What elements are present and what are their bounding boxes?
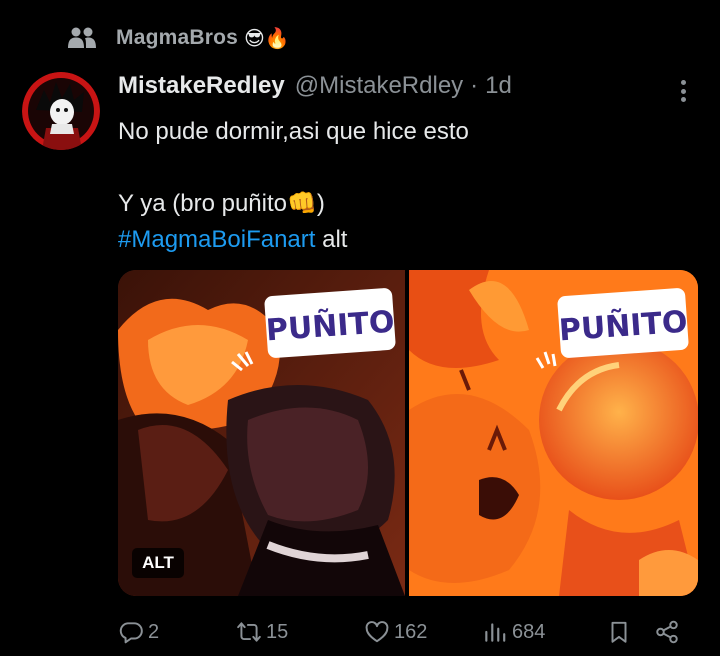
tweet-text-line: No pude dormir,asi que hice esto [118, 118, 469, 145]
social-context[interactable]: MagmaBros 😎🔥 [66, 22, 290, 54]
media-image-2[interactable]: PUÑITO [409, 270, 698, 596]
repost-count: 15 [266, 620, 289, 643]
repost-icon [237, 622, 261, 642]
author-handle[interactable]: @MistakeRdley [295, 72, 463, 100]
tweet-text-line: Y ya (bro puñito👊) [118, 190, 325, 217]
more-options-icon[interactable] [672, 78, 694, 104]
share-icon [656, 620, 678, 644]
community-name[interactable]: MagmaBros [116, 26, 238, 50]
alt-text-button[interactable]: ALT [132, 548, 184, 578]
community-emoji: 😎🔥 [244, 26, 290, 50]
avatar[interactable] [22, 72, 100, 150]
group-people-icon [66, 22, 98, 54]
media-image-1[interactable]: PUÑITO ALT [118, 270, 405, 596]
hashtag-link[interactable]: #MagmaBoiFanart [118, 226, 315, 253]
tweet-actions: 2 15 162 684 [118, 614, 698, 650]
views-chart-icon [485, 623, 506, 642]
like-count: 162 [394, 620, 428, 643]
author-name[interactable]: MistakeRedley [118, 72, 285, 100]
tweet-text-line: #MagmaBoiFanart alt [118, 222, 688, 258]
bookmark-icon [611, 621, 627, 643]
tweet-header: MistakeRedley @MistakeRdley · 1d [118, 72, 512, 106]
reply-icon [119, 622, 143, 644]
separator-dot: · [470, 72, 479, 99]
repost-button[interactable]: 15 [236, 614, 288, 650]
post-time[interactable]: 1d [485, 72, 512, 100]
media-grid: PUÑITO ALT PUÑITO [118, 270, 698, 596]
tweet-text: No pude dormir,asi que hice esto Y ya (b… [118, 114, 688, 258]
views-button[interactable]: 684 [482, 614, 545, 650]
views-count: 684 [512, 620, 546, 643]
fanart-illustration-2: PUÑITO [409, 270, 698, 596]
reply-button[interactable]: 2 [118, 614, 159, 650]
reply-count: 2 [148, 620, 160, 643]
heart-icon [365, 621, 389, 643]
tweet-text-suffix: alt [315, 226, 348, 253]
like-button[interactable]: 162 [364, 614, 427, 650]
share-button[interactable] [654, 614, 680, 650]
bookmark-button[interactable] [606, 614, 632, 650]
tweet-text-blank [118, 150, 688, 186]
